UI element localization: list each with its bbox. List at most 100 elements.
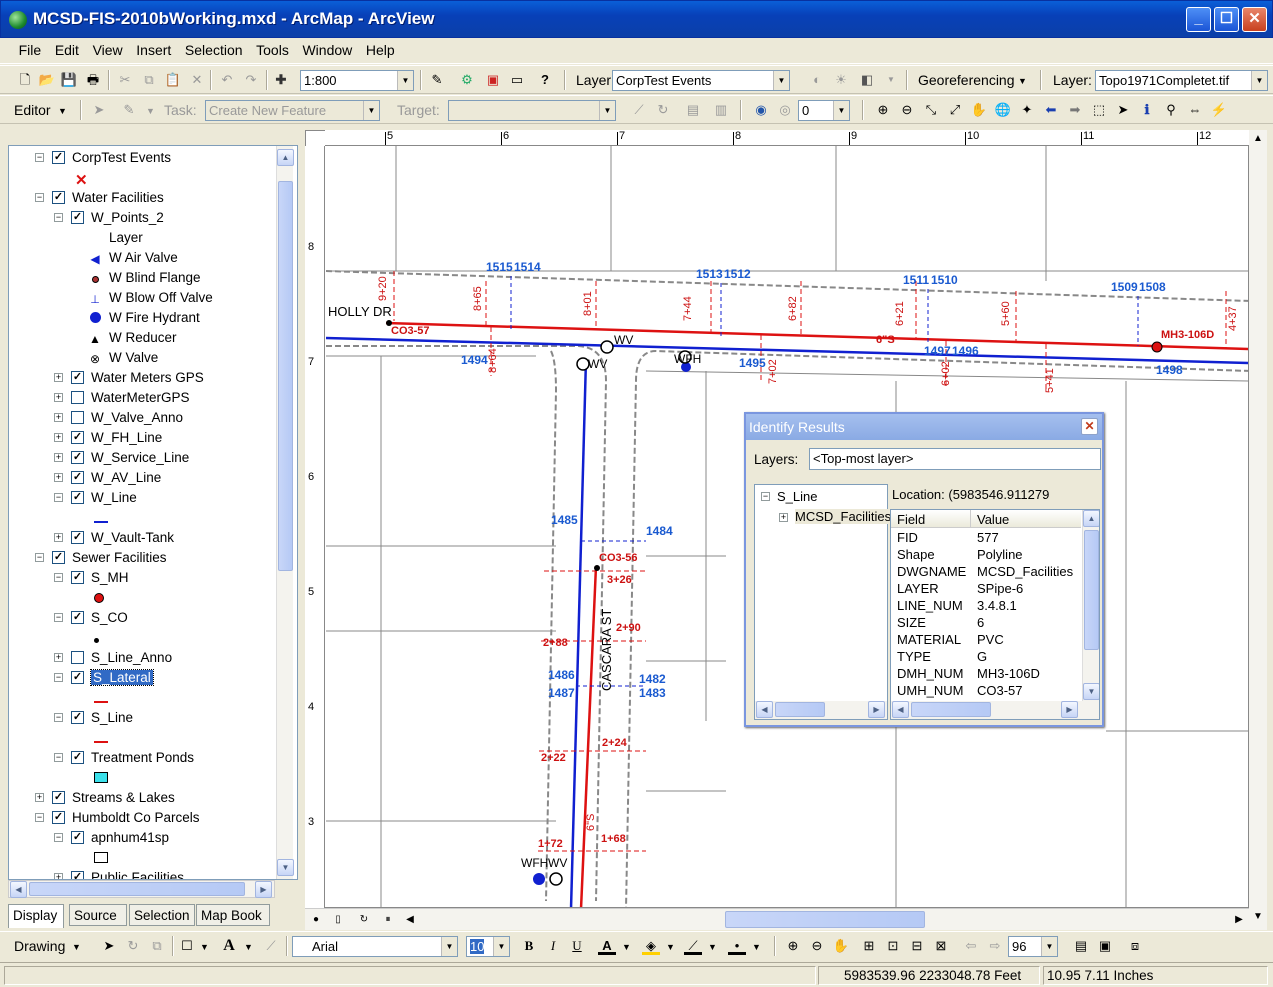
scroll-up-icon[interactable]: ▲ bbox=[1083, 510, 1099, 527]
menu-file[interactable]: File bbox=[14, 38, 47, 58]
chevron-down-icon[interactable]: ▼ bbox=[1041, 937, 1057, 956]
bold-icon[interactable]: B bbox=[520, 937, 538, 955]
rotate-tool-icon[interactable]: ↻ bbox=[654, 101, 672, 119]
layout-zoom-out-icon[interactable]: ⊖ bbox=[808, 937, 826, 955]
back-arrow-icon[interactable]: ⬅ bbox=[1042, 101, 1060, 119]
select-features-icon[interactable]: ⬚ bbox=[1090, 101, 1108, 119]
dialog-title-bar[interactable]: Identify Results ✕ bbox=[746, 414, 1102, 440]
attribute-value[interactable]: PVC bbox=[977, 632, 1004, 647]
map-scale-combo[interactable]: 1:800 ▼ bbox=[300, 70, 414, 91]
close-button[interactable]: ✕ bbox=[1242, 7, 1267, 32]
expand-icon[interactable]: + bbox=[54, 873, 63, 879]
target-combo[interactable]: ▼ bbox=[448, 100, 616, 121]
pan-hand-icon[interactable]: ✋ bbox=[970, 101, 988, 119]
expand-icon[interactable]: + bbox=[54, 393, 63, 402]
tab-map-book[interactable]: Map Book bbox=[196, 904, 270, 926]
grid-horizontal-scrollbar[interactable]: ◀ ▶ bbox=[891, 701, 1099, 719]
arctoolbox-icon[interactable]: ⚙ bbox=[458, 71, 476, 89]
collapse-icon[interactable]: − bbox=[54, 573, 63, 582]
layer-visibility-checkbox[interactable]: ✓ bbox=[71, 611, 84, 624]
chevron-down-icon[interactable]: ▼ bbox=[708, 942, 717, 952]
zoom-whole-page-icon[interactable]: ⊞ bbox=[860, 937, 878, 955]
zoom-in-icon[interactable]: ⊕ bbox=[874, 101, 892, 119]
layer-visibility-checkbox[interactable]: ✓ bbox=[71, 831, 84, 844]
chevron-down-icon[interactable]: ▼ bbox=[666, 942, 675, 952]
attribute-value[interactable]: CO3-57 bbox=[977, 683, 1023, 698]
paste-icon[interactable]: 📋 bbox=[164, 71, 182, 89]
grid-vertical-scrollbar[interactable]: ▲ ▼ bbox=[1082, 510, 1099, 701]
scroll-up-icon[interactable]: ▲ bbox=[1249, 130, 1267, 148]
focus-data-frame-icon[interactable]: ▣ bbox=[1096, 937, 1114, 955]
menu-tools[interactable]: Tools bbox=[251, 38, 294, 58]
tab-source[interactable]: Source bbox=[69, 904, 127, 926]
redo-icon[interactable]: ↷ bbox=[242, 71, 260, 89]
chevron-down-icon[interactable]: ▼ bbox=[58, 106, 67, 116]
georeferencing-menu[interactable]: Georeferencing bbox=[918, 72, 1015, 88]
layer-visibility-checkbox[interactable]: ✓ bbox=[71, 491, 84, 504]
chevron-down-icon[interactable]: ▼ bbox=[397, 71, 413, 90]
collapse-icon[interactable]: − bbox=[54, 833, 63, 842]
scroll-thumb[interactable] bbox=[1084, 530, 1099, 650]
zoom-100-icon[interactable]: ⊡ bbox=[884, 937, 902, 955]
layer-visibility-checkbox[interactable]: ✓ bbox=[71, 751, 84, 764]
find-binoculars-icon[interactable]: ⚲ bbox=[1162, 101, 1180, 119]
attribute-field[interactable]: LAYER bbox=[897, 581, 939, 596]
layout-zoom-in-icon[interactable]: ⊕ bbox=[784, 937, 802, 955]
rotate-icon[interactable]: ↻ bbox=[124, 937, 142, 955]
layer-visibility-checkbox[interactable]: ✓ bbox=[71, 871, 84, 879]
toc-item-label[interactable]: S_MH bbox=[91, 570, 129, 585]
value-column-header[interactable]: Value bbox=[977, 512, 1009, 527]
chevron-down-icon[interactable]: ▼ bbox=[146, 106, 155, 116]
chevron-down-icon[interactable]: ▼ bbox=[622, 942, 631, 952]
georef-layer-combo[interactable]: Topo1971Completet.tif ▼ bbox=[1095, 70, 1268, 91]
toc-item-label[interactable]: W_Points_2 bbox=[91, 210, 164, 225]
layout-pan-icon[interactable]: ✋ bbox=[832, 937, 850, 955]
chevron-down-icon[interactable]: ▼ bbox=[493, 937, 509, 956]
hyperlink-bolt-icon[interactable]: ⚡ bbox=[1210, 101, 1228, 119]
map-vertical-scrollbar[interactable]: ▲ ▼ bbox=[1249, 130, 1267, 930]
tree-item-s-line[interactable]: S_Line bbox=[777, 489, 817, 504]
expand-icon[interactable]: + bbox=[54, 533, 63, 542]
close-icon[interactable]: ✕ bbox=[1081, 418, 1098, 435]
layer-visibility-checkbox[interactable] bbox=[71, 391, 84, 404]
editor-toolbar-icon[interactable]: ✎ bbox=[428, 71, 446, 89]
collapse-icon[interactable]: − bbox=[54, 493, 63, 502]
zoom-out-icon[interactable]: ⊖ bbox=[898, 101, 916, 119]
zoom-percent-combo[interactable]: 96 ▼ bbox=[1008, 936, 1058, 957]
new-document-icon[interactable]: 🗋 bbox=[16, 71, 34, 89]
menu-view[interactable]: View bbox=[88, 38, 128, 58]
attribute-value[interactable]: 6 bbox=[977, 615, 984, 630]
scroll-left-icon[interactable]: ◀ bbox=[756, 701, 773, 718]
attribute-field[interactable]: Shape bbox=[897, 547, 935, 562]
collapse-icon[interactable]: − bbox=[35, 153, 44, 162]
toc-item-label[interactable]: W_Service_Line bbox=[91, 450, 189, 465]
print-icon[interactable]: 🖶 bbox=[84, 71, 102, 89]
scroll-down-icon[interactable]: ▼ bbox=[277, 859, 294, 876]
layer-visibility-checkbox[interactable]: ✓ bbox=[71, 431, 84, 444]
attribute-field[interactable]: TYPE bbox=[897, 649, 931, 664]
attribute-field[interactable]: SIZE bbox=[897, 615, 926, 630]
full-extent-globe-icon[interactable]: 🌐 bbox=[994, 101, 1012, 119]
select-elements-icon[interactable]: ➤ bbox=[1114, 101, 1132, 119]
undo-icon[interactable]: ↶ bbox=[218, 71, 236, 89]
zoom-whole-page-icon[interactable]: ⧉ bbox=[148, 937, 166, 955]
scroll-up-icon[interactable]: ▲ bbox=[277, 149, 294, 166]
previous-extent-icon[interactable]: ⇦ bbox=[962, 937, 980, 955]
toc-item-label[interactable]: Streams & Lakes bbox=[72, 790, 175, 805]
contrast-icon[interactable]: ◐ bbox=[808, 71, 826, 89]
arcmap-globe-icon[interactable] bbox=[9, 11, 27, 29]
edit-tool-icon[interactable]: ➤ bbox=[90, 101, 108, 119]
field-column-header[interactable]: Field bbox=[897, 512, 925, 527]
attribute-field[interactable]: LINE_NUM bbox=[897, 598, 963, 613]
scroll-thumb[interactable] bbox=[29, 882, 245, 896]
layer-visibility-checkbox[interactable]: ✓ bbox=[71, 671, 84, 684]
expand-icon[interactable]: + bbox=[54, 373, 63, 382]
delete-icon[interactable]: ✕ bbox=[188, 71, 206, 89]
layer-visibility-checkbox[interactable] bbox=[71, 411, 84, 424]
layer-visibility-checkbox[interactable]: ✓ bbox=[71, 711, 84, 724]
scroll-thumb[interactable] bbox=[775, 702, 825, 717]
expand-icon[interactable]: + bbox=[54, 473, 63, 482]
toc-item-label[interactable]: WaterMeterGPS bbox=[91, 390, 190, 405]
scroll-right-icon[interactable]: ▶ bbox=[255, 881, 272, 898]
chevron-down-icon[interactable]: ▼ bbox=[773, 71, 789, 90]
